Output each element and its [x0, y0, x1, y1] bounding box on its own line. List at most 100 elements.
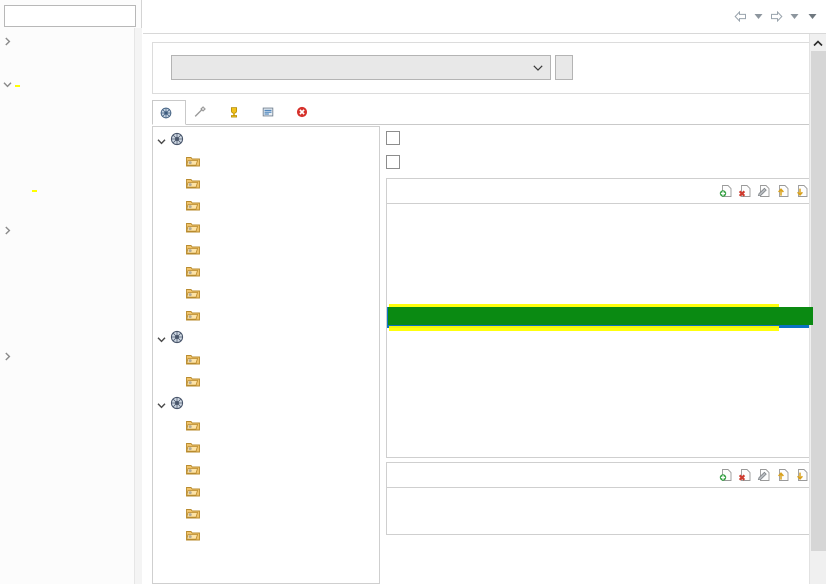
tool-tree-item-miscellaneous[interactable] [153, 461, 379, 483]
tab-tool-settings[interactable] [152, 100, 186, 125]
move-up-button[interactable] [775, 467, 791, 483]
checkbox-row[interactable] [386, 126, 815, 149]
tool-tree-item-shared-library-settings[interactable] [153, 483, 379, 505]
sidebar-item-tool-chain-edi[interactable] [0, 201, 141, 222]
configuration-select[interactable] [171, 55, 551, 80]
move-up-button[interactable] [775, 183, 791, 199]
undefined-symbols-toolbar [718, 467, 810, 483]
chevron-right-icon[interactable] [0, 222, 15, 243]
sidebar-item-mcuxpresso-cor[interactable] [0, 243, 141, 264]
edit-button[interactable] [756, 467, 772, 483]
folder-icon [185, 307, 205, 330]
tool-tree-item-general[interactable] [153, 417, 379, 439]
tool-tree-item-includes[interactable] [153, 197, 379, 219]
symbol-row[interactable] [387, 225, 814, 246]
chevron-down-icon [808, 13, 817, 20]
symbol-row[interactable] [387, 410, 814, 431]
tool-tree-item-mcu-assembler[interactable] [153, 329, 379, 351]
symbol-row[interactable] [387, 389, 814, 410]
undefined-symbols-group [386, 462, 815, 535]
manage-configurations-button[interactable] [555, 55, 573, 80]
chevron-down-icon[interactable] [0, 75, 15, 96]
left-panel-scroll-edge[interactable] [134, 28, 142, 584]
chevron-right-icon[interactable] [0, 33, 15, 54]
sidebar-item-c-c-build[interactable] [0, 75, 141, 96]
delete-button[interactable] [737, 183, 753, 199]
tool-tree-item-general[interactable] [153, 351, 379, 373]
sidebar-item-task-tags[interactable] [0, 327, 141, 348]
tab-build-artifact[interactable] [220, 99, 254, 124]
defined-symbols-toolbar [718, 183, 810, 199]
tool-tree-item-miscellaneous[interactable] [153, 285, 379, 307]
tool-tree-item-libraries[interactable] [153, 439, 379, 461]
folder-icon [185, 461, 205, 484]
tool-icon [169, 131, 189, 154]
sidebar-item-project-reference[interactable] [0, 285, 141, 306]
scroll-up-button[interactable] [810, 34, 826, 51]
chevron-down-icon[interactable] [153, 131, 169, 153]
add-button[interactable] [718, 467, 734, 483]
tool-icon [169, 329, 189, 352]
symbol-row[interactable] [387, 369, 814, 390]
folder-icon [185, 197, 205, 220]
preference-tree-panel [0, 0, 142, 584]
tab-binary-parsers[interactable] [254, 99, 288, 124]
sidebar-item-c-c-general[interactable] [0, 222, 141, 243]
scroll-thumb[interactable] [811, 51, 826, 551]
sidebar-item-logging[interactable] [0, 138, 141, 159]
symbol-row[interactable] [387, 204, 814, 225]
tool-tree-item-debugging[interactable] [153, 241, 379, 263]
tool-tree-item-managed-linker-script[interactable] [153, 527, 379, 549]
edit-button[interactable] [756, 183, 772, 199]
forward-navigation-menu-button[interactable] [786, 8, 803, 25]
tool-tree-item-architecture[interactable] [153, 505, 379, 527]
move-down-button[interactable] [794, 467, 810, 483]
tool-icon [169, 395, 189, 418]
add-button[interactable] [718, 183, 734, 199]
sidebar-item-mcu-settings[interactable] [0, 159, 141, 180]
sidebar-item-settings[interactable] [0, 180, 141, 201]
tool-tree-item-mcu-c-compiler[interactable] [153, 131, 379, 153]
filter-input[interactable] [4, 5, 136, 27]
folder-icon [185, 175, 205, 198]
tool-tree-item-warnings[interactable] [153, 263, 379, 285]
tool-tree-item-architecture-headers[interactable] [153, 373, 379, 395]
checkbox-row[interactable] [386, 150, 815, 173]
move-down-button[interactable] [794, 183, 810, 199]
binary-parsers-icon [261, 105, 275, 119]
undefined-symbols-list[interactable] [386, 487, 815, 535]
sidebar-item-project-natures[interactable] [0, 264, 141, 285]
tool-tree-item-dialect[interactable] [153, 153, 379, 175]
defined-symbols-list[interactable] [386, 203, 815, 458]
view-menu-button[interactable] [804, 8, 821, 25]
tool-tree-item-mcu-linker[interactable] [153, 395, 379, 417]
back-navigation-button[interactable] [732, 8, 749, 25]
sidebar-item-environment[interactable] [0, 117, 141, 138]
tab-error-parsers[interactable] [288, 99, 322, 124]
yellow-highlight-marker [389, 326, 779, 331]
sidebar-item-validation[interactable] [0, 348, 141, 369]
symbol-row[interactable] [387, 266, 814, 287]
sidebar-item-run-debug-settir[interactable] [0, 306, 141, 327]
chevron-right-icon[interactable] [0, 348, 15, 369]
back-navigation-menu-button[interactable] [750, 8, 767, 25]
defined-symbols-header [386, 178, 815, 203]
symbol-row[interactable] [387, 245, 814, 266]
sidebar-item-resource[interactable] [0, 33, 141, 54]
tool-tree-item-architecture[interactable] [153, 307, 379, 329]
delete-button[interactable] [737, 467, 753, 483]
tool-tree-item-optimization[interactable] [153, 219, 379, 241]
chevron-down-icon[interactable] [153, 395, 169, 417]
tool-tree-item-preprocessor[interactable] [153, 175, 379, 197]
symbol-row-selected[interactable] [387, 307, 814, 328]
sidebar-item-builders[interactable] [0, 54, 141, 75]
sidebar-item-build-variables[interactable] [0, 96, 141, 117]
folder-icon [185, 527, 205, 550]
settings-tab-bar [152, 100, 815, 125]
checkbox-icon[interactable] [386, 155, 400, 169]
forward-navigation-button[interactable] [768, 8, 785, 25]
symbol-row[interactable] [387, 348, 814, 369]
chevron-down-icon[interactable] [153, 329, 169, 351]
tab-build-steps[interactable] [186, 99, 220, 124]
checkbox-icon[interactable] [386, 131, 400, 145]
